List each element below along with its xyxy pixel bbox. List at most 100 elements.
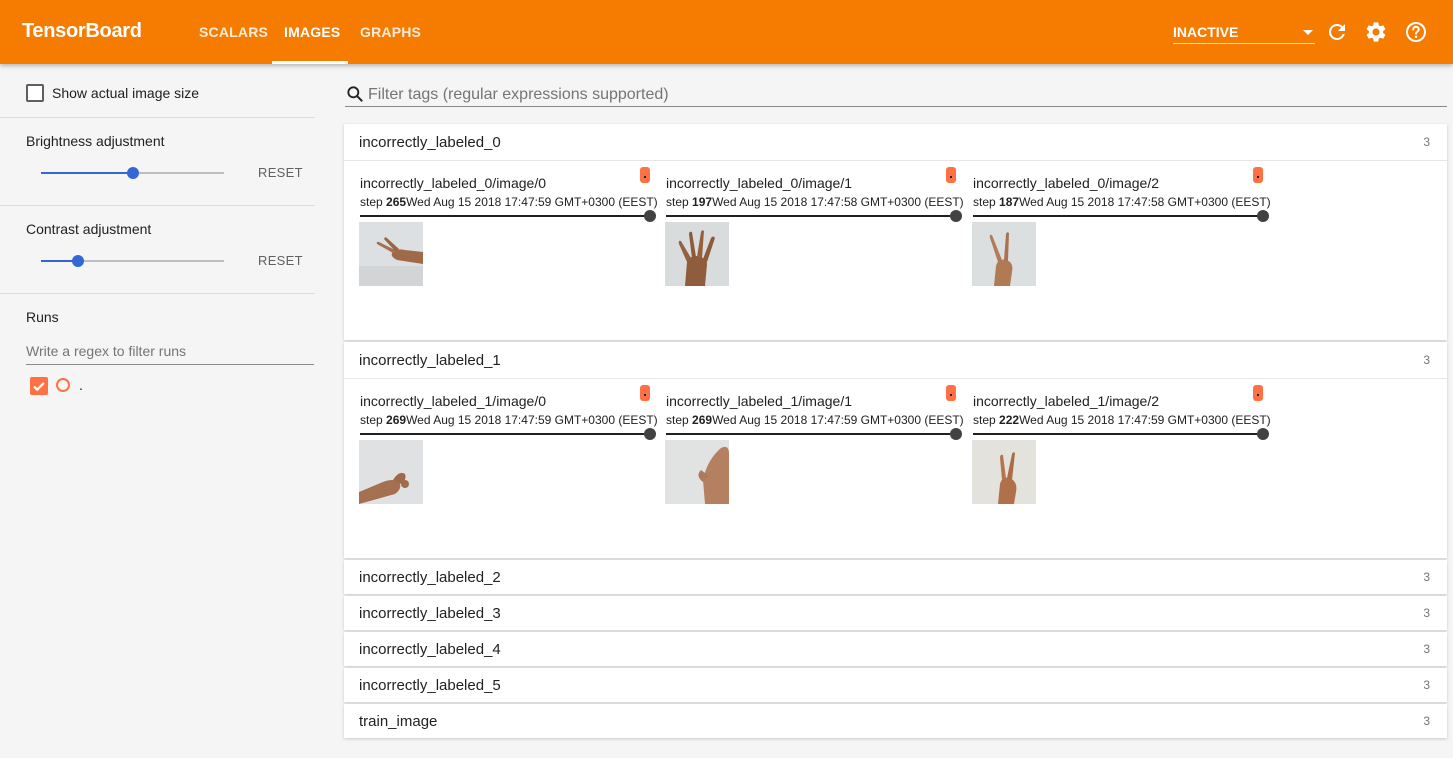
step-slider-track[interactable] [973,215,1261,217]
tag-group-title: incorrectly_labeled_3 [359,605,501,622]
show-actual-size-label: Show actual image size [52,85,200,101]
hand-image [972,222,1036,286]
run-name: . [79,377,83,393]
image-step: step 222Wed Aug 15 2018 17:47:59 GMT+030… [973,413,1271,427]
image-pane: incorrectly_labeled_1/image/0 step 269We… [359,379,659,529]
tag-group-body: incorrectly_labeled_1/image/0 step 269We… [344,378,1447,558]
hand-image-thumbnail[interactable] [665,222,729,286]
step-slider-track[interactable] [666,433,954,435]
check-icon [33,382,45,392]
tag-group-card: incorrectly_labeled_0 3 incorrectly_labe… [344,124,1447,340]
filter-tags-placeholder: Filter tags (regular expressions support… [368,86,669,103]
hand-image [665,440,729,504]
step-label: step [360,413,383,427]
tag-group-title: incorrectly_labeled_0 [359,134,501,151]
filter-tags-input[interactable]: Filter tags (regular expressions support… [345,84,1447,107]
tab-images[interactable]: IMAGES [284,24,340,40]
step-value: 269 [692,413,713,427]
image-pane: incorrectly_labeled_0/image/1 step 197We… [665,161,965,311]
tag-group-card[interactable]: incorrectly_labeled_3 3 [344,596,1447,630]
brightness-slider-knob[interactable] [126,167,139,179]
hand-image-thumbnail[interactable] [665,440,729,504]
hand-image [359,222,423,286]
refresh-button[interactable] [1325,20,1349,44]
step-value: 197 [692,195,713,209]
image-tag: incorrectly_labeled_1/image/0 [360,393,546,409]
tag-group-title: incorrectly_labeled_4 [359,641,501,658]
step-label: step [666,195,689,209]
step-slider-knob[interactable] [950,210,962,222]
hand-image [359,440,423,504]
help-icon [1406,22,1426,42]
tag-group-count: 3 [1423,678,1430,692]
runs-regex-input[interactable]: Write a regex to filter runs [26,343,314,365]
step-time: Wed Aug 15 2018 17:47:59 GMT+0300 (EEST) [406,195,658,209]
step-label: step [973,195,996,209]
hand-image-thumbnail[interactable] [972,222,1036,286]
step-value: 187 [999,195,1020,209]
brightness-slider-fill [41,172,133,174]
step-slider-knob[interactable] [1257,428,1269,440]
sidebar: Show actual image size Brightness adjust… [0,64,315,758]
step-slider-track[interactable] [360,433,648,435]
hand-image-thumbnail[interactable] [359,222,423,286]
tag-group-count: 3 [1423,570,1430,584]
tag-group-card[interactable]: incorrectly_labeled_4 3 [344,632,1447,666]
tag-group-title: incorrectly_labeled_2 [359,569,501,586]
tag-group-header[interactable]: incorrectly_labeled_0 3 [344,124,1447,160]
image-tag: incorrectly_labeled_1/image/2 [973,393,1159,409]
settings-button[interactable] [1364,20,1388,44]
tab-scalars[interactable]: SCALARS [199,24,268,40]
tag-group-title: incorrectly_labeled_1 [359,352,501,369]
run-checkbox[interactable] [30,377,48,395]
image-tag: incorrectly_labeled_0/image/2 [973,175,1159,191]
step-slider-knob[interactable] [1257,210,1269,222]
step-time: Wed Aug 15 2018 17:47:59 GMT+0300 (EEST) [1019,413,1271,427]
brightness-reset-button[interactable]: RESET [258,165,303,180]
image-size-section: Show actual image size [0,64,315,118]
step-time: Wed Aug 15 2018 17:47:59 GMT+0300 (EEST) [406,413,658,427]
step-label: step [973,413,996,427]
hand-image [972,440,1036,504]
step-time: Wed Aug 15 2018 17:47:58 GMT+0300 (EEST) [1019,195,1271,209]
run-color-radio[interactable] [56,378,70,392]
tag-group-header[interactable]: incorrectly_labeled_1 3 [344,342,1447,378]
brightness-section: Brightness adjustment RESET [0,118,315,206]
step-slider-knob[interactable] [644,428,656,440]
image-step: step 269Wed Aug 15 2018 17:47:59 GMT+030… [360,413,658,427]
tag-group-count: 3 [1423,642,1430,656]
search-icon [347,86,363,102]
tag-group-card[interactable]: incorrectly_labeled_2 3 [344,560,1447,594]
image-pane: incorrectly_labeled_1/image/2 step 222We… [972,379,1272,529]
help-button[interactable] [1404,20,1428,44]
tag-group-title: incorrectly_labeled_5 [359,677,501,694]
step-slider-track[interactable] [666,215,954,217]
step-slider-knob[interactable] [644,210,656,222]
tab-graphs[interactable]: GRAPHS [360,24,421,40]
tag-group-card[interactable]: incorrectly_labeled_5 3 [344,668,1447,702]
step-label: step [666,413,689,427]
contrast-slider-knob[interactable] [71,255,84,267]
step-time: Wed Aug 15 2018 17:47:59 GMT+0300 (EEST) [712,413,964,427]
hand-image-thumbnail[interactable] [359,440,423,504]
image-tag: incorrectly_labeled_0/image/0 [360,175,546,191]
image-pane: incorrectly_labeled_0/image/0 step 265We… [359,161,659,311]
step-slider-track[interactable] [360,215,648,217]
image-step: step 269Wed Aug 15 2018 17:47:59 GMT+030… [666,413,964,427]
inactive-dashboards-dropdown[interactable]: INACTIVE [1173,24,1315,44]
hand-image [665,222,729,286]
tag-group-card: incorrectly_labeled_1 3 incorrectly_labe… [344,342,1447,558]
show-actual-size-checkbox[interactable] [26,84,44,102]
step-label: step [360,195,383,209]
tag-group-count: 3 [1423,353,1430,367]
run-color-badge [640,167,650,183]
image-step: step 187Wed Aug 15 2018 17:47:58 GMT+030… [973,195,1271,209]
step-slider-knob[interactable] [950,428,962,440]
contrast-label: Contrast adjustment [26,221,152,237]
step-slider-track[interactable] [973,433,1261,435]
contrast-section: Contrast adjustment RESET [0,206,315,294]
chevron-down-icon [1303,30,1313,35]
tag-group-card[interactable]: train_image 3 [344,704,1447,738]
contrast-reset-button[interactable]: RESET [258,253,303,268]
hand-image-thumbnail[interactable] [972,440,1036,504]
